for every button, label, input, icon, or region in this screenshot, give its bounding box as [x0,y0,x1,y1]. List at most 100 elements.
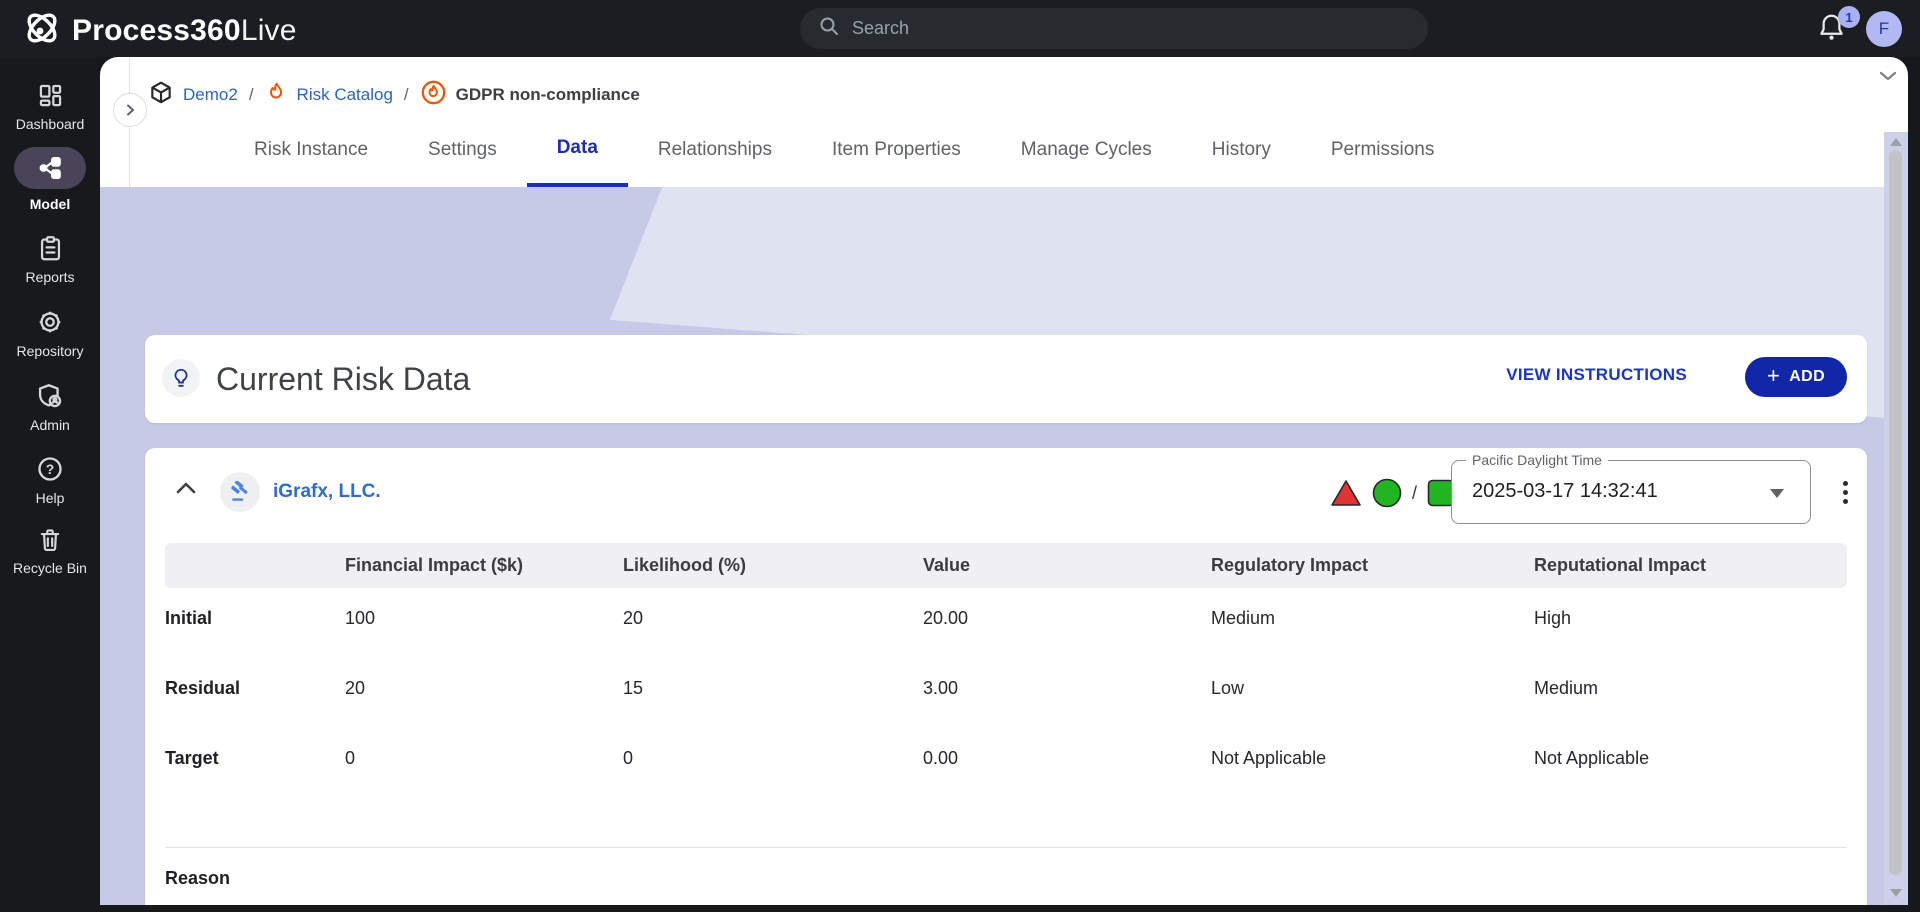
tab-history[interactable]: History [1182,112,1301,187]
main-panel: Demo2 / Risk Catalog / GDPR non-complian… [100,57,1908,905]
breadcrumb-item-risk-catalog: Risk Catalog [265,81,393,109]
sidebar-item-dashboard[interactable]: Dashboard [0,82,100,132]
sidebar-item-reports[interactable]: Reports [0,235,100,285]
sidebar-item-recycle-bin[interactable]: Recycle Bin [0,527,100,576]
reason-label: Reason [165,868,230,889]
timestamp-value: 2025-03-17 14:32:41 [1472,480,1658,503]
sidebar-item-label: Help [0,490,100,506]
repository-icon [0,308,100,336]
tab-settings[interactable]: Settings [398,112,527,187]
app-root: Process360Live 1 F Dashboard [0,0,1920,912]
tab-permissions[interactable]: Permissions [1301,112,1464,187]
more-options-button[interactable] [1832,477,1858,507]
breadcrumb-link[interactable]: Demo2 [183,85,238,105]
sidebar-item-help[interactable]: ? Help [0,455,100,506]
table-header-cell: Financial Impact ($k) [345,555,623,576]
breadcrumb-item-demo2: Demo2 [148,80,238,111]
global-search[interactable] [800,8,1428,49]
table-header-cell: Value [923,555,1211,576]
tab-relationships[interactable]: Relationships [628,112,802,187]
table-cell: 0.00 [923,748,1211,769]
chevron-right-icon [123,103,137,117]
recycle-bin-icon [0,527,100,553]
user-avatar[interactable]: F [1866,11,1902,47]
chevron-up-icon [175,481,197,495]
lightbulb-icon [170,367,192,389]
breadcrumb-link[interactable]: Risk Catalog [297,85,393,105]
collapse-panel-button[interactable] [113,93,147,127]
app-logo: Process360Live [22,8,297,53]
risk-data-card: iGrafx, LLC. / Pacific Daylight Time 202… [145,448,1867,905]
row-label: Residual [165,678,345,699]
tab-risk-instance[interactable]: Risk Instance [224,112,398,187]
risk-indicators: / [1330,477,1456,509]
logo-icon [22,8,62,53]
model-icon [37,155,63,181]
current-risk-data-card: Current Risk Data VIEW INSTRUCTIONS + AD… [145,335,1867,423]
tab-manage-cycles[interactable]: Manage Cycles [991,112,1182,187]
breadcrumb: Demo2 / Risk Catalog / GDPR non-complian… [148,77,640,113]
timezone-label: Pacific Daylight Time [1466,452,1608,468]
table-cell: 20 [623,608,923,629]
collapse-entry-button[interactable] [175,481,197,500]
dropdown-arrow-icon [1770,489,1784,498]
help-icon: ? [0,455,100,483]
scrollbar-thumb[interactable] [1889,150,1902,875]
cube-icon [148,80,174,111]
sidebar-item-admin[interactable]: Admin [0,382,100,433]
add-button[interactable]: + ADD [1745,357,1847,397]
tab-item-properties[interactable]: Item Properties [802,112,991,187]
search-input[interactable] [852,18,1410,39]
chevron-down-icon [1878,69,1898,83]
timestamp-select[interactable]: Pacific Daylight Time 2025-03-17 14:32:4… [1451,460,1811,524]
scroll-up-arrow[interactable] [1890,138,1902,146]
table-row-residual: Residual 20 15 3.00 Low Medium [165,653,1847,723]
sidebar-item-label: Dashboard [0,116,100,132]
active-pill [14,147,86,189]
notification-count-badge: 1 [1838,6,1860,28]
plus-icon: + [1767,363,1780,389]
page-title: Current Risk Data [216,361,470,398]
row-label: Initial [165,608,345,629]
table-cell: Medium [1534,678,1847,699]
breadcrumb-item-current: GDPR non-compliance [420,79,640,111]
dashboard-icon [0,82,100,109]
table-cell: Not Applicable [1534,748,1847,769]
svg-text:?: ? [46,461,55,477]
table-cell: Low [1211,678,1534,699]
sidebar-item-repository[interactable]: Repository [0,308,100,359]
table-header-cell: Likelihood (%) [623,555,923,576]
sidebar-item-label: Admin [0,417,100,433]
sidebar-item-model[interactable]: Model [0,147,100,212]
table-row-target: Target 0 0 0.00 Not Applicable Not Appli… [165,723,1847,793]
table-row-initial: Initial 100 20 20.00 Medium High [165,583,1847,653]
sidebar-item-label: Model [0,196,100,212]
flame-circle-icon [420,79,447,111]
company-badge [220,472,260,512]
risk-table-header: Financial Impact ($k) Likelihood (%) Val… [165,543,1847,588]
search-icon [818,15,840,42]
indicator-separator: / [1412,483,1417,504]
table-cell: 100 [345,608,623,629]
tab-bar: Risk Instance Settings Data Relationship… [224,112,1464,187]
table-cell: Not Applicable [1211,748,1534,769]
tab-data[interactable]: Data [527,112,628,187]
left-sidebar: Dashboard Model Reports Repository [0,57,100,912]
vertical-scrollbar[interactable] [1884,132,1908,905]
red-triangle-indicator [1330,478,1362,508]
sidebar-item-label: Reports [0,269,100,285]
reports-icon [0,235,100,262]
view-instructions-button[interactable]: VIEW INSTRUCTIONS [1506,365,1687,385]
table-cell: 15 [623,678,923,699]
breadcrumb-separator: / [404,85,409,105]
table-cell: 0 [623,748,923,769]
breadcrumb-current: GDPR non-compliance [456,85,640,105]
table-cell: 20.00 [923,608,1211,629]
notifications-button[interactable]: 1 [1818,12,1862,52]
company-link[interactable]: iGrafx, LLC. [273,481,381,503]
table-cell: High [1534,608,1847,629]
collapse-breadcrumb-chevron[interactable] [1878,69,1898,88]
row-label: Target [165,748,345,769]
scroll-down-arrow[interactable] [1890,889,1902,897]
sidebar-item-label: Repository [0,343,100,359]
